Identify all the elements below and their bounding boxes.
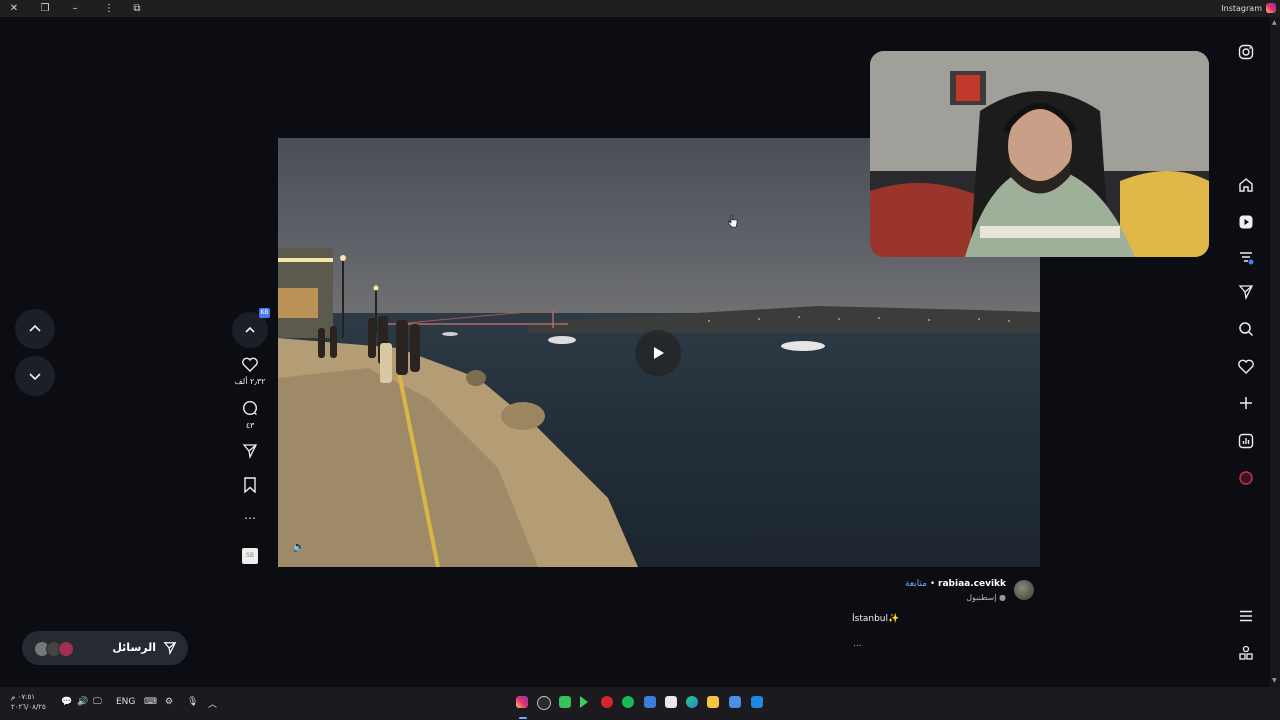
stats-icon[interactable]: [1236, 431, 1256, 451]
microphone-icon[interactable]: 🎙: [187, 697, 198, 707]
notepad-icon[interactable]: [665, 696, 677, 708]
message-avatar: [58, 641, 74, 657]
apps-icon[interactable]: [1236, 643, 1256, 663]
clock-date: ٢٠٢٦/٠٨/٢٥: [11, 703, 46, 711]
next-reel-button[interactable]: [15, 356, 55, 396]
media-player-icon[interactable]: [580, 696, 588, 708]
instagram-app-icon: [1266, 3, 1276, 13]
clock-time: ٠٧:٥١ م: [11, 693, 35, 701]
more-options-icon[interactable]: ⋮: [102, 2, 116, 15]
profile-icon[interactable]: [1236, 468, 1256, 488]
author-username[interactable]: rabiaa.cevikk: [938, 579, 1006, 589]
send-icon: [242, 444, 258, 460]
record-app-icon[interactable]: [601, 696, 613, 708]
close-icon[interactable]: ✕: [7, 2, 21, 15]
active-indicator: [519, 717, 527, 719]
chevron-up-icon[interactable]: ︿: [208, 697, 217, 710]
post-caption: İstanbul✨: [852, 614, 900, 624]
chevron-up-icon: [245, 326, 255, 333]
scroll-up-arrow-icon[interactable]: ▲: [1272, 19, 1277, 26]
keyboard-icon[interactable]: ⌨: [144, 697, 157, 707]
messages-button[interactable]: الرسائل: [22, 631, 188, 665]
chat-icon[interactable]: 💬: [61, 697, 72, 707]
play-button[interactable]: [635, 330, 681, 376]
keyboard-badge: KB: [259, 308, 270, 318]
webcam-overlay: [870, 51, 1209, 257]
minimize-icon[interactable]: –: [68, 2, 82, 15]
instagram-taskbar-icon[interactable]: [516, 696, 528, 708]
speaker-icon[interactable]: 🔊: [77, 697, 88, 707]
save-button[interactable]: [232, 477, 268, 497]
play-icon: [654, 347, 664, 359]
audio-thumbnail[interactable]: SB: [242, 548, 258, 564]
comment-count: ٤٣: [245, 421, 255, 430]
messages-label: الرسائل: [112, 641, 156, 654]
webcam-feed: [870, 51, 1209, 257]
window-title: Instagram: [1221, 4, 1262, 13]
clock-app-icon[interactable]: [537, 696, 551, 710]
language-indicator[interactable]: ENG: [116, 697, 135, 707]
author-avatar[interactable]: [1014, 580, 1034, 600]
plus-icon[interactable]: [1236, 393, 1256, 413]
spotify-icon[interactable]: [622, 696, 634, 708]
comment-button[interactable]: ٤٣: [232, 400, 268, 430]
follow-button[interactable]: متابعة: [905, 579, 927, 589]
heart-icon: [242, 357, 258, 372]
previous-reel-button[interactable]: [15, 309, 55, 349]
scroll-down-arrow-icon[interactable]: ▼: [1272, 677, 1277, 684]
ellipsis-icon: ⋯: [244, 511, 256, 525]
comment-icon: [242, 400, 258, 416]
system-clock[interactable]: ٠٧:٥١ م ٢٠٢٦/٠٨/٢٥: [11, 692, 46, 712]
kick-app-icon[interactable]: [559, 696, 571, 708]
author-line: rabiaa.cevikk • متابعة: [905, 579, 1006, 589]
search-icon[interactable]: [1236, 319, 1256, 339]
separator: •: [929, 579, 936, 589]
home-icon[interactable]: [1236, 175, 1256, 195]
like-count: ٢٫٣٢ ألف: [234, 377, 266, 386]
menu-icon[interactable]: [1236, 606, 1256, 626]
more-options-button[interactable]: ⋯: [232, 512, 268, 524]
volume-icon[interactable]: 🔈: [292, 540, 306, 553]
location-pin-icon: ●: [999, 593, 1006, 602]
post-author: rabiaa.cevikk • متابعة ● إسطنبول: [880, 578, 1040, 606]
mouse-cursor-icon: [728, 214, 738, 228]
extension-icon[interactable]: ⧉: [130, 2, 144, 15]
store-icon[interactable]: [751, 696, 763, 708]
instagram-icon[interactable]: [1236, 42, 1256, 62]
settings-icon[interactable]: ⚙: [165, 697, 173, 707]
like-button[interactable]: ٢٫٣٢ ألف: [232, 357, 268, 386]
window-titlebar: ✕ ❐ – ⋮ ⧉ Instagram: [0, 0, 1280, 17]
send-icon[interactable]: [1236, 282, 1256, 302]
weather-app-icon[interactable]: [729, 696, 741, 708]
outlook-icon[interactable]: [644, 696, 656, 708]
file-explorer-icon[interactable]: [707, 696, 719, 708]
location-label: إسطنبول: [966, 593, 997, 602]
network-icon[interactable]: 🖵: [93, 697, 102, 707]
heart-icon[interactable]: [1236, 356, 1256, 376]
restore-icon[interactable]: ❐: [38, 2, 52, 15]
chevron-down-icon: [29, 373, 41, 381]
send-icon: [163, 642, 177, 655]
share-button[interactable]: [232, 443, 268, 463]
caption-more[interactable]: ...: [853, 639, 862, 649]
bookmark-icon: [244, 477, 256, 494]
right-sidebar: [1232, 17, 1260, 687]
taskbar: ٠٧:٥١ م ٢٠٢٦/٠٨/٢٥ 💬 🔊 🖵 ENG ⌨ ⚙ 🎙 ︿: [0, 687, 1280, 720]
chevron-up-icon: [29, 324, 41, 332]
reels-icon[interactable]: [1236, 212, 1256, 232]
location-line[interactable]: ● إسطنبول: [966, 593, 1006, 602]
filter-icon[interactable]: [1236, 247, 1256, 267]
scrollbar[interactable]: ▲ ▼: [1270, 17, 1280, 687]
edge-icon[interactable]: [686, 696, 698, 708]
